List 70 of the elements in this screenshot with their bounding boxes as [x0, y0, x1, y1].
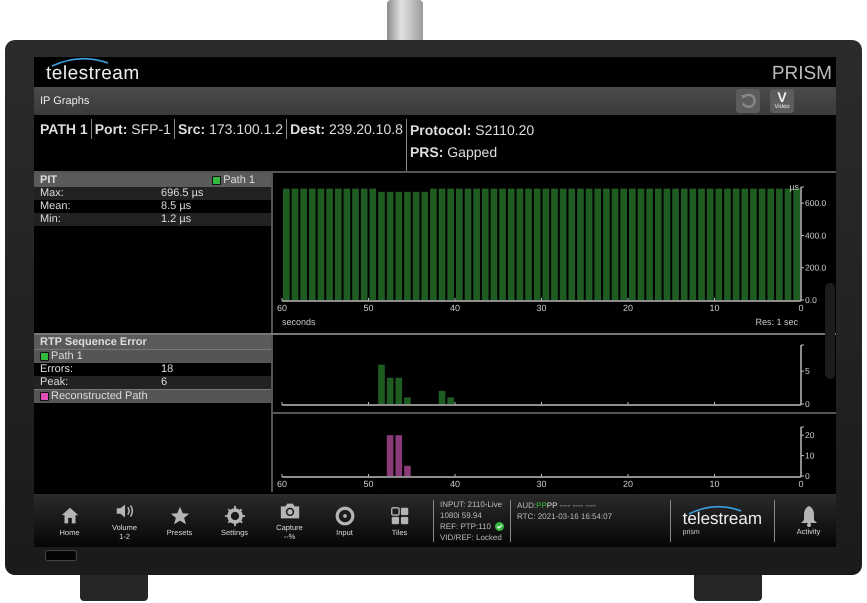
- axis-label: 10: [710, 479, 720, 489]
- axis-label: 60: [277, 303, 287, 313]
- axis-label: 20: [805, 430, 814, 440]
- axis-label: 5: [805, 366, 810, 376]
- axis-label: 0: [805, 399, 810, 409]
- device-foot: [694, 575, 762, 601]
- grid-icon: [388, 504, 410, 526]
- axis-label: 400.0: [805, 230, 826, 240]
- axis-label: 40: [450, 303, 460, 313]
- stat-value: 696.5 µs: [161, 187, 204, 200]
- axis-label: 30: [536, 303, 546, 313]
- stat-label: Errors:: [40, 363, 74, 376]
- stat-value: 18: [161, 363, 174, 376]
- axis-label: 200.0: [805, 262, 826, 273]
- panel-title: RTP Sequence Error: [40, 336, 147, 348]
- bell-icon: [798, 505, 818, 527]
- path-label: PATH 1: [40, 120, 89, 139]
- info-field: PRS: Gapped: [410, 141, 534, 163]
- swoosh-icon: [50, 57, 110, 67]
- stat-value: 8.5 µs: [161, 200, 192, 213]
- axis-label: 40: [450, 479, 460, 489]
- target-icon: [334, 504, 356, 526]
- clock-text: RTC: 2021-03-16 16:54:07: [516, 511, 612, 522]
- status-text: INPUT: 2110-Live: [440, 498, 502, 510]
- audio-status: AUD:PPPP ---- ---- ----: [516, 500, 597, 511]
- axis-label: 10: [710, 303, 720, 313]
- y-axis: [800, 426, 804, 477]
- page-title: IP Graphs: [40, 95, 90, 107]
- axis-label: 0: [798, 303, 804, 313]
- axis-label: 30: [536, 479, 546, 489]
- status-text: VID/REF: Locked: [440, 532, 502, 542]
- legend-item: Path 1: [40, 350, 83, 363]
- info-field: Port: SFP-1: [90, 119, 174, 139]
- device-foot: [80, 575, 148, 601]
- axis-title: seconds: [282, 317, 316, 327]
- settings-icon: [224, 504, 246, 526]
- star-icon: [168, 504, 190, 526]
- stat-label: Min:: [40, 213, 62, 226]
- axis-label: 600.0: [805, 198, 826, 208]
- stat-label: Max:: [40, 187, 65, 200]
- card-slot: [45, 550, 77, 561]
- info-field: Src: 173.100.1.2: [174, 119, 286, 139]
- axis-label: 60: [277, 479, 287, 489]
- axis-label: 0: [805, 471, 810, 481]
- axis-label: 50: [364, 479, 374, 489]
- resolution-label: Res: 1 sec: [755, 317, 798, 327]
- panel-title: PIT: [40, 174, 58, 186]
- status-text: REF: PTP:110: [440, 520, 491, 532]
- info-field: Protocol: S2110.20: [410, 119, 534, 141]
- refresh-button[interactable]: [736, 89, 760, 113]
- axis-label: 0.0: [805, 295, 817, 305]
- axis-label: 0: [798, 479, 804, 489]
- axis-label: 10: [805, 450, 814, 461]
- axis-label: 20: [623, 479, 633, 489]
- axis-title: µs: [789, 182, 799, 192]
- scrollbar[interactable]: [825, 283, 835, 379]
- axis-label: 50: [364, 303, 374, 313]
- product-name: PRISM: [772, 63, 832, 85]
- y-axis: [800, 344, 804, 405]
- legend-item: Path 1: [212, 174, 255, 186]
- status-text: 1080i 59.94: [440, 510, 482, 520]
- info-field: Dest: 239.20.10.8: [286, 119, 406, 139]
- brand-logo: telestream: [682, 505, 762, 529]
- logo: telestream: [46, 57, 140, 85]
- stat-label: Peak:: [40, 376, 70, 389]
- stat-label: Mean:: [40, 200, 72, 213]
- stat-value: 6: [161, 376, 168, 389]
- stat-value: 1.2 µs: [161, 213, 192, 226]
- axis-label: 20: [623, 303, 633, 313]
- legend-item: Reconstructed Path: [40, 390, 148, 403]
